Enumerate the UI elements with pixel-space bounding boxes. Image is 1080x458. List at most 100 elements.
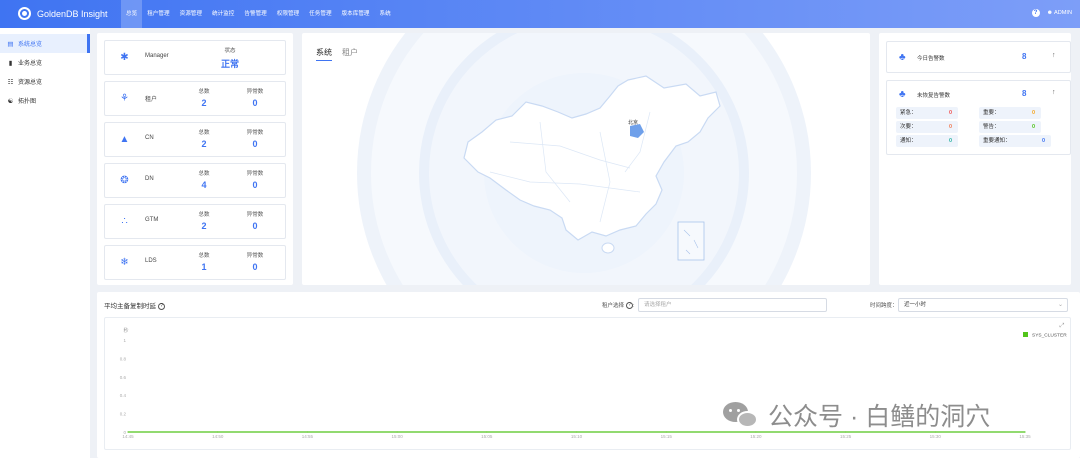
arrow-up-icon[interactable]: ↑: [1052, 52, 1056, 59]
manager-icon: ✱: [120, 52, 129, 63]
sidebar-item-topology[interactable]: ☯ 拓扑图: [0, 91, 90, 110]
data-point: [127, 431, 129, 433]
y-tick-label: 0.4: [120, 393, 127, 398]
sidebar-item-label: 业务总览: [18, 61, 43, 67]
sidebar-item-label: 系统总览: [18, 42, 43, 48]
bell-icon: ♣: [899, 89, 906, 100]
help-icon[interactable]: ?: [1031, 9, 1040, 17]
sidebar-item-label: 资源总览: [18, 80, 43, 86]
level-label: 次要：: [900, 124, 917, 130]
total-col: 总数 2: [189, 128, 219, 149]
brand[interactable]: GoldenDB Insight: [18, 7, 108, 20]
level-label: 警告：: [983, 124, 1000, 130]
replication-title: 平均主备复制时延?: [104, 300, 165, 310]
data-point: [396, 431, 398, 433]
data-point: [306, 431, 308, 433]
time-span-select[interactable]: 近一小时 ⌄: [898, 298, 1068, 312]
alarm-level-important-notice[interactable]: 重要通知： 0: [979, 135, 1051, 147]
level-value: 0: [1031, 110, 1035, 116]
tenant-card[interactable]: ⚘ 租户 总数 2 异常数 0: [104, 81, 286, 116]
hainan-island[interactable]: [601, 242, 615, 254]
phone-icon: ▮: [8, 59, 13, 67]
alarm-level-critical[interactable]: 紧急： 0: [896, 107, 958, 119]
nav-item-permission[interactable]: 权限管理: [272, 0, 304, 28]
abnormal-label: 异常数: [246, 253, 264, 259]
manager-card[interactable]: ✱ Manager 状态 正常: [104, 40, 286, 75]
tab-system[interactable]: 系统: [316, 47, 332, 61]
x-tick-label: 14:50: [212, 434, 224, 439]
total-col: 总数 1: [189, 251, 219, 272]
nav-item-monitor[interactable]: 统计监控: [207, 0, 239, 28]
sidebar-item-label: 拓扑图: [18, 99, 37, 105]
data-point: [575, 431, 578, 433]
nav-item-alarm[interactable]: 告警管理: [239, 0, 271, 28]
cn-icon: ▲: [119, 134, 130, 145]
cn-card[interactable]: ▲ CN 总数 2 异常数 0: [104, 122, 286, 157]
abnormal-col: 异常数 0: [240, 87, 270, 108]
arrow-up-icon[interactable]: ↑: [1052, 89, 1056, 96]
today-alarm-label: 今日告警数: [917, 56, 945, 62]
y-axis-unit: 秒: [123, 327, 128, 334]
level-value: 0: [948, 138, 952, 144]
china-map[interactable]: 北京: [450, 72, 725, 267]
time-span-value: 近一小时: [904, 302, 927, 308]
total-label: 总数: [198, 253, 210, 259]
database-icon: ☷: [7, 78, 14, 86]
tenant-select-label: 租户选择?:: [602, 302, 635, 310]
sidebar-item-resource-overview[interactable]: ☷ 资源总览: [0, 72, 90, 91]
nav-item-version[interactable]: 版本库管理: [337, 0, 375, 28]
abnormal-value: 0: [252, 180, 258, 190]
x-tick-label: 15:10: [571, 434, 583, 439]
x-tick-label: 15:35: [1019, 434, 1031, 439]
chevron-down-icon: ⌄: [1057, 302, 1063, 308]
manager-name: Manager: [145, 53, 169, 59]
alarm-level-notice[interactable]: 通知： 0: [896, 135, 958, 147]
nav-item-tenant[interactable]: 租户管理: [142, 0, 174, 28]
expand-icon[interactable]: ⤢: [1060, 322, 1065, 329]
alarm-level-major[interactable]: 重要： 0: [979, 107, 1041, 119]
abnormal-value: 0: [252, 139, 258, 149]
x-tick-label: 15:05: [481, 434, 493, 439]
today-alarm-card[interactable]: ♣ 今日告警数: [886, 41, 1071, 73]
dn-card[interactable]: ❂ DN 总数 4 异常数 0: [104, 163, 286, 198]
x-tick-label: 15:20: [750, 434, 762, 439]
abnormal-col: 异常数 0: [240, 251, 270, 272]
topology-icon: ☯: [7, 97, 14, 105]
total-value: 4: [201, 180, 207, 190]
status-label: 状态: [224, 48, 236, 54]
nav-item-task[interactable]: 任务管理: [304, 0, 336, 28]
nav-item-overview[interactable]: 总览: [121, 0, 143, 28]
tenant-select[interactable]: 请选择租户: [638, 298, 827, 312]
card-name: LDS: [145, 258, 157, 264]
x-tick-label: 15:15: [661, 434, 673, 439]
data-point: [217, 431, 219, 433]
x-tick-label: 14:55: [302, 434, 314, 439]
sidebar-item-system-overview[interactable]: ▤ 系统总览: [0, 34, 90, 53]
total-col: 总数 4: [189, 169, 219, 190]
alarm-level-warning[interactable]: 警告： 0: [979, 121, 1041, 133]
manager-status: 状态 正常: [215, 46, 245, 70]
total-label: 总数: [198, 171, 210, 177]
tenant-select-label-text: 租户选择: [602, 303, 625, 309]
level-label: 重要：: [983, 110, 1000, 116]
map-marker-label: 北京: [628, 119, 638, 126]
abnormal-label: 异常数: [246, 171, 264, 177]
time-span-label: 时间跨度：: [870, 303, 898, 309]
question-icon[interactable]: ?: [626, 302, 634, 310]
abnormal-col: 异常数 0: [240, 128, 270, 149]
tab-tenant[interactable]: 租户: [342, 47, 358, 58]
alarm-level-minor[interactable]: 次要： 0: [896, 121, 958, 133]
nav-item-resource[interactable]: 资源管理: [175, 0, 207, 28]
user-name[interactable]: ADMIN: [1054, 10, 1072, 16]
sidebar-item-business-overview[interactable]: ▮ 业务总览: [0, 53, 90, 72]
legend-swatch: [1023, 332, 1028, 337]
user-icon[interactable]: ☻: [1047, 10, 1053, 16]
gtm-card[interactable]: ∴ GTM 总数 2 异常数 0: [104, 204, 286, 239]
y-tick-label: 0.2: [120, 412, 127, 417]
nav-item-system[interactable]: 系统: [375, 0, 396, 28]
card-name: CN: [145, 135, 154, 141]
lds-card[interactable]: ❄ LDS 总数 1 异常数 0: [104, 245, 286, 280]
unresolved-alarm-count: 8: [1022, 89, 1027, 98]
map-region[interactable]: [463, 75, 721, 241]
question-icon[interactable]: ?: [158, 302, 165, 310]
